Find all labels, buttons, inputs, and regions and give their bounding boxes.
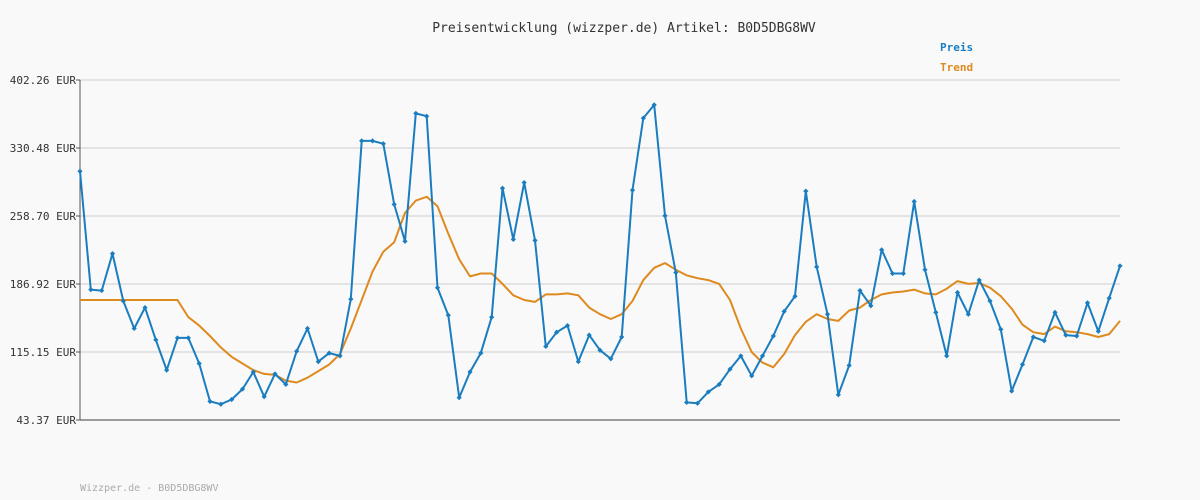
chart-background	[0, 0, 1200, 500]
footer-credit: Wizzper.de - B0D5DBG8WV	[80, 483, 218, 494]
y-tick-label: 115.15 EUR	[10, 346, 77, 359]
y-tick-label: 330.48 EUR	[10, 142, 77, 155]
y-tick-label: 258.70 EUR	[10, 210, 77, 223]
y-tick-label: 43.37 EUR	[16, 414, 76, 427]
price-chart: Preisentwicklung (wizzper.de) Artikel: B…	[0, 0, 1200, 500]
y-tick-label: 402.26 EUR	[10, 74, 77, 87]
y-tick-label: 186.92 EUR	[10, 278, 77, 291]
legend-entry-preis: Preis	[940, 41, 973, 54]
legend-entry-trend: Trend	[940, 61, 973, 74]
chart-title: Preisentwicklung (wizzper.de) Artikel: B…	[432, 21, 816, 36]
